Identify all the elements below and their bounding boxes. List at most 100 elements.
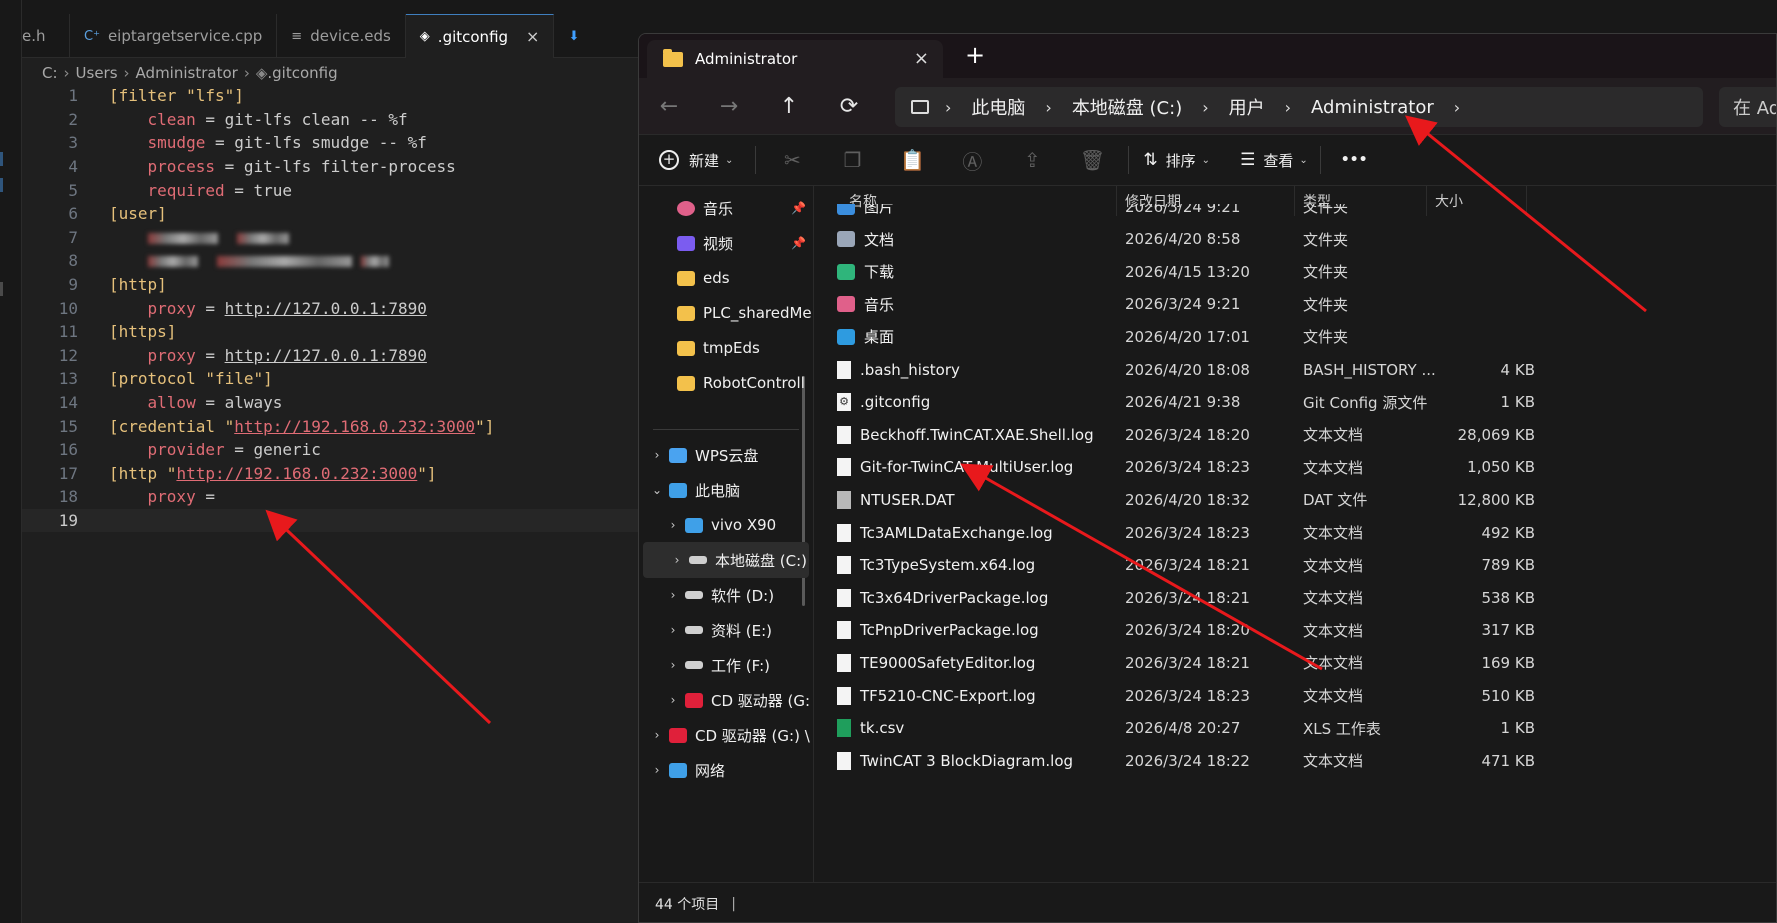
nav-item[interactable]: › 本地磁盘 (C:) [643, 542, 809, 578]
expand-chevron-icon[interactable]: › [645, 728, 669, 742]
up-arrow-icon[interactable]: ↑ [759, 94, 819, 119]
nav-item[interactable]: ⌄ 此电脑 [639, 472, 814, 508]
code-line[interactable]: 6 [user] [22, 202, 640, 226]
chevron-right-icon[interactable]: › [1045, 98, 1051, 117]
refresh-icon[interactable]: ⟳ [819, 94, 879, 119]
view-button[interactable]: ☰ 查看 ⌄ [1240, 150, 1308, 171]
delete-icon[interactable]: 🗑 [1062, 148, 1122, 172]
file-row[interactable]: 下载 2026/4/15 13:20 文件夹 [815, 255, 1776, 288]
code-line[interactable]: 3 smudge = git-lfs smudge -- %f [22, 131, 640, 155]
chevron-right-icon[interactable]: › [1454, 98, 1460, 117]
nav-item[interactable]: › CD 驱动器 (G: [639, 682, 814, 718]
nav-item[interactable]: › 工作 (F:) [639, 647, 814, 683]
file-row[interactable]: Beckhoff.TwinCAT.XAE.Shell.log 2026/3/24 … [815, 418, 1776, 451]
code-line[interactable]: 2 clean = git-lfs clean -- %f [22, 108, 640, 132]
code-line[interactable]: 15 [credential "http://192.168.0.232:3000… [22, 414, 640, 438]
chevron-right-icon[interactable]: › [1202, 98, 1208, 117]
nav-item[interactable]: › 网络 [639, 752, 814, 788]
paste-icon[interactable]: 📋 [882, 148, 942, 172]
file-row[interactable]: Git-for-TwinCAT-MultiUser.log 2026/3/24 1… [815, 451, 1776, 484]
code-line[interactable]: 12 proxy = http://127.0.0.1:7890 [22, 344, 640, 368]
code-line[interactable]: 17 [http "http://192.168.0.232:3000"] [22, 462, 640, 486]
file-row[interactable]: 音乐 2026/3/24 9:21 文件夹 [815, 288, 1776, 321]
rename-icon[interactable]: Ⓐ [942, 146, 1002, 175]
code-line[interactable]: 13 [protocol "file"] [22, 367, 640, 391]
nav-item[interactable]: eds [639, 260, 814, 296]
file-row[interactable]: .bash_history 2026/4/20 18:08 BASH_HISTORY… [815, 353, 1776, 386]
code-area[interactable]: 1 [filter "lfs"] 2 clean = git-lfs clean -… [22, 84, 640, 533]
file-row[interactable]: 图片 2026/3/24 9:21 文件夹 [815, 204, 1776, 223]
close-tab-button[interactable]: × [914, 48, 929, 69]
address-segment-administrator[interactable]: Administrator [1311, 97, 1434, 118]
expand-chevron-icon[interactable]: › [661, 588, 685, 602]
editor-tab[interactable]: ≡ device.eds [277, 14, 406, 58]
file-row[interactable]: Tc3x64DriverPackage.log 2026/3/24 18:21 文本… [815, 581, 1776, 614]
file-row[interactable]: 文档 2026/4/20 8:58 文件夹 [815, 223, 1776, 256]
editor-tab[interactable]: C⁺ eiptargetservice.cpp [70, 14, 278, 58]
code-line[interactable]: 16 provider = generic [22, 438, 640, 462]
code-line[interactable]: 4 process = git-lfs filter-process [22, 155, 640, 179]
copy-icon[interactable]: ❐ [822, 148, 882, 172]
nav-item[interactable]: 视频 📌 [639, 225, 814, 261]
code-line[interactable]: 14 allow = always [22, 391, 640, 415]
nav-item[interactable]: › WPS云盘 [639, 437, 814, 473]
cut-icon[interactable]: ✂ [762, 148, 822, 172]
expand-chevron-icon[interactable]: › [645, 763, 669, 777]
expand-chevron-icon[interactable]: › [645, 448, 669, 462]
file-row[interactable]: 桌面 2026/4/20 17:01 文件夹 [815, 320, 1776, 353]
code-line[interactable]: 10 proxy = http://127.0.0.1:7890 [22, 296, 640, 320]
file-row[interactable]: TE9000SafetyEditor.log 2026/3/24 18:21 文本文… [815, 646, 1776, 679]
forward-arrow-icon[interactable]: → [699, 94, 759, 119]
chevron-right-icon[interactable]: › [945, 98, 951, 117]
window-tab[interactable]: Administrator × [647, 40, 943, 78]
code-line[interactable]: 19 [22, 508, 640, 533]
breadcrumb-item[interactable]: Users [76, 64, 118, 82]
expand-chevron-icon[interactable]: › [661, 518, 685, 532]
nav-item[interactable]: › 资料 (E:) [639, 612, 814, 648]
breadcrumb-item[interactable]: C: [42, 64, 58, 82]
share-icon[interactable]: ⇪ [1002, 148, 1062, 172]
code-line[interactable]: 9 [http] [22, 273, 640, 297]
chevron-right-icon[interactable]: › [1285, 98, 1291, 117]
nav-item[interactable]: › 软件 (D:) [639, 577, 814, 613]
file-row[interactable]: ⚙ .gitconfig 2026/4/21 9:38 Git Config 源文件 1… [815, 386, 1776, 419]
new-tab-button[interactable]: + [965, 41, 985, 69]
file-row[interactable]: tk.csv 2026/4/8 20:27 XLS 工作表 1 KB [815, 712, 1776, 745]
address-segment-this-pc[interactable]: 此电脑 [971, 94, 1025, 120]
editor-tab[interactable]: ◈ .gitconfig × [405, 14, 555, 58]
file-row[interactable]: TcPnpDriverPackage.log 2026/3/24 18:20 文本文… [815, 614, 1776, 647]
expand-chevron-icon[interactable]: › [665, 553, 689, 567]
sort-button[interactable]: ⇅ 排序 ⌄ [1143, 150, 1210, 171]
file-row[interactable]: Tc3TypeSystem.x64.log 2026/3/24 18:21 文本文档… [815, 549, 1776, 582]
nav-item[interactable]: › vivo X90 [639, 507, 814, 543]
search-input[interactable]: 在 Ad [1719, 87, 1776, 127]
editor-tab[interactable]: e.h [22, 14, 70, 58]
close-tab-icon[interactable]: × [526, 27, 539, 46]
address-bar[interactable]: › 此电脑 › 本地磁盘 (C:) › 用户 › Administrator › [895, 87, 1703, 127]
code-line[interactable]: 18 proxy = [22, 485, 640, 509]
address-segment-users[interactable]: 用户 [1229, 94, 1265, 120]
breadcrumb-item[interactable]: Administrator [136, 64, 238, 82]
new-button[interactable]: + 新建 ⌄ [659, 150, 733, 171]
editor-tab[interactable]: ⬇ [554, 14, 601, 58]
code-line[interactable]: 1 [filter "lfs"] [22, 84, 640, 108]
code-line[interactable]: 5 required = true [22, 178, 640, 202]
code-line[interactable]: 7 [22, 226, 640, 250]
nav-item[interactable]: PLC_sharedMe [639, 295, 814, 331]
address-segment-drive-c[interactable]: 本地磁盘 (C:) [1072, 94, 1182, 120]
nav-item[interactable]: 音乐 📌 [639, 190, 814, 226]
expand-chevron-icon[interactable]: › [661, 623, 685, 637]
expand-chevron-icon[interactable]: › [661, 693, 685, 707]
expand-chevron-icon[interactable]: › [661, 658, 685, 672]
file-row[interactable]: TwinCAT 3 BlockDiagram.log 2026/3/24 18:2… [815, 744, 1776, 777]
code-line[interactable]: 8 [22, 249, 640, 273]
breadcrumb-item[interactable]: .gitconfig [267, 64, 337, 82]
code-line[interactable]: 11 [https] [22, 320, 640, 344]
file-row[interactable]: Tc3AMLDataExchange.log 2026/3/24 18:23 文本文… [815, 516, 1776, 549]
nav-item[interactable]: › CD 驱动器 (G:) \ [639, 717, 814, 753]
nav-item[interactable]: tmpEds [639, 330, 814, 366]
file-row[interactable]: NTUSER.DAT 2026/4/20 18:32 DAT 文件 12,800 KB [815, 483, 1776, 516]
expand-chevron-icon[interactable]: ⌄ [645, 483, 669, 497]
back-arrow-icon[interactable]: ← [639, 94, 699, 119]
nav-item[interactable]: RobotControll [639, 365, 814, 401]
